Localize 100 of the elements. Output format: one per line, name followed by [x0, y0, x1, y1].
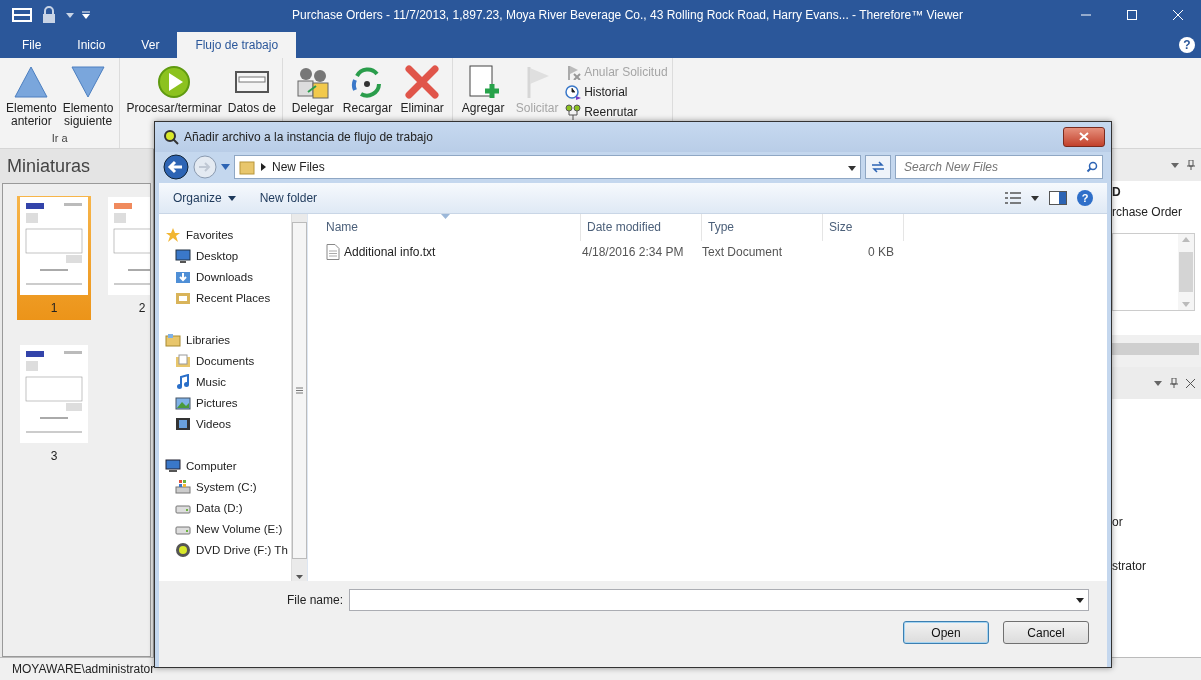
nav-item[interactable]: Pictures — [165, 392, 291, 413]
ribbon-button[interactable]: Procesar/terminar — [124, 62, 224, 132]
disc-icon — [175, 541, 191, 558]
column-header[interactable]: Name — [320, 214, 581, 241]
column-header[interactable]: Date modified — [581, 214, 702, 241]
caret-icon — [848, 166, 856, 172]
film-icon — [175, 415, 191, 432]
nav-item[interactable]: Data (D:) — [165, 497, 291, 518]
back-button[interactable] — [163, 154, 189, 181]
ribbon-button[interactable]: Elemento siguiente — [60, 62, 116, 132]
group-label: Ir a — [51, 132, 68, 144]
address-bar[interactable]: New Files — [234, 155, 861, 180]
folder-icon — [239, 159, 255, 176]
ribbon-icon — [565, 64, 582, 80]
ribbon-icon — [404, 64, 441, 100]
ribbon-icon — [13, 64, 50, 100]
ribbon-button[interactable]: Historial — [565, 84, 668, 100]
view-icon[interactable] — [1005, 192, 1021, 204]
ribbon-tab[interactable]: Ver — [123, 32, 178, 58]
close-icon — [1173, 10, 1183, 20]
nav-item[interactable]: DVD Drive (F:) Th — [165, 539, 291, 560]
dropdown-icon[interactable] — [66, 12, 74, 18]
dropdown-icon[interactable] — [221, 164, 230, 171]
nav-item[interactable]: Documents — [165, 350, 291, 371]
window-title: Purchase Orders - 11/7/2013, 1,897.23, Moya River Beverage Co., 43 Rolling Rock Road, Harry Evans... - Therefore™ Viewer — [291, 8, 964, 22]
ribbon-icon — [565, 84, 582, 100]
ribbon-button[interactable]: Reenrutar — [565, 104, 668, 120]
dialog-button[interactable]: Open — [903, 621, 989, 644]
page-thumbnail[interactable]: 1 — [17, 196, 91, 320]
search-field[interactable]: Search New Files — [895, 155, 1103, 180]
search-input[interactable]: Search New Files — [902, 159, 1086, 176]
nav-item[interactable]: Favorites — [165, 224, 291, 245]
caret-icon — [1031, 195, 1039, 201]
desktop-icon — [175, 247, 191, 264]
nav-item[interactable]: Music — [165, 371, 291, 392]
organize-button[interactable]: Organize — [173, 191, 236, 205]
scroll-down-icon[interactable] — [296, 575, 303, 579]
help-button[interactable]: ? — [1077, 190, 1093, 206]
panel-text: rchase Order — [1112, 205, 1184, 219]
help-button[interactable]: ? — [1179, 37, 1195, 53]
nav-item[interactable]: Videos — [165, 413, 291, 434]
close-icon[interactable] — [1186, 378, 1195, 388]
pin-icon[interactable] — [1170, 378, 1178, 388]
pin-icon[interactable] — [1187, 160, 1195, 170]
dialog-button[interactable]: Cancel — [1003, 621, 1089, 644]
nav-item[interactable]: New Volume (E:) — [165, 518, 291, 539]
ribbon-button[interactable]: Recargar — [340, 62, 395, 132]
nav-item[interactable]: System (C:) — [165, 476, 291, 497]
field-label: File name: — [286, 593, 343, 607]
ribbon-tab[interactable]: Inicio — [59, 32, 124, 58]
ribbon-tab[interactable]: File — [4, 32, 60, 58]
magnifier-icon — [163, 128, 179, 145]
nav-item[interactable]: Desktop — [165, 245, 291, 266]
panel-text: strator — [1112, 559, 1147, 573]
drive-icon — [175, 478, 191, 495]
caret-icon — [1171, 162, 1179, 168]
ribbon-icon — [565, 104, 582, 120]
scrollbar[interactable] — [291, 214, 307, 581]
music-note-icon — [175, 373, 191, 390]
close-icon — [1079, 132, 1089, 142]
panel-text: or — [1112, 515, 1124, 529]
ribbon-button[interactable]: Agregar — [457, 62, 510, 132]
window-icon[interactable] — [12, 8, 32, 22]
nav-item[interactable]: Libraries — [165, 329, 291, 350]
status-text: MOYAWARE\administrator — [12, 662, 155, 676]
nav-item[interactable]: Recent Places — [165, 287, 291, 308]
lock-icon[interactable] — [40, 6, 58, 24]
library-icon — [165, 331, 181, 348]
star-icon — [165, 226, 181, 243]
ribbon-icon — [70, 64, 107, 100]
ribbon-button[interactable]: Datos de — [225, 62, 278, 132]
preview-pane-icon[interactable] — [1049, 191, 1067, 205]
file-type: Text Document — [702, 245, 784, 259]
refresh-button[interactable] — [865, 155, 891, 180]
ribbon-button[interactable]: Delegar — [286, 62, 339, 132]
caret-icon — [1076, 597, 1084, 603]
file-row[interactable]: Additional info.txt 4/18/2016 2:34 PM Text Document 0 KB — [308, 241, 1107, 263]
nav-item[interactable]: Computer — [165, 455, 291, 476]
column-header[interactable]: Type — [702, 214, 823, 241]
caret-icon — [1154, 380, 1162, 386]
nav-item[interactable]: Downloads — [165, 266, 291, 287]
ribbon-tab[interactable]: Flujo de trabajo — [177, 32, 297, 58]
file-name: Additional info.txt — [344, 245, 436, 259]
caret-icon — [227, 195, 236, 201]
page-thumbnail[interactable]: 3 — [17, 344, 91, 468]
computer-icon — [165, 457, 181, 474]
ribbon-button[interactable]: Elemento anterior — [4, 62, 59, 132]
file-date: 4/18/2016 2:34 PM — [582, 245, 685, 259]
customize-icon[interactable] — [82, 11, 90, 19]
grip-icon — [296, 387, 303, 394]
page-thumbnail[interactable]: 2 — [105, 196, 150, 320]
text-file-icon — [326, 244, 340, 260]
file-name-field[interactable] — [349, 589, 1089, 611]
close-button[interactable] — [1063, 126, 1105, 147]
file-size: 0 KB — [867, 245, 894, 259]
refresh-icon — [871, 161, 885, 174]
column-header[interactable]: Size — [823, 214, 904, 241]
panel-text: D — [1112, 185, 1122, 199]
ribbon-button[interactable]: Eliminar — [396, 62, 449, 132]
new-folder-button[interactable]: New folder — [259, 191, 318, 205]
